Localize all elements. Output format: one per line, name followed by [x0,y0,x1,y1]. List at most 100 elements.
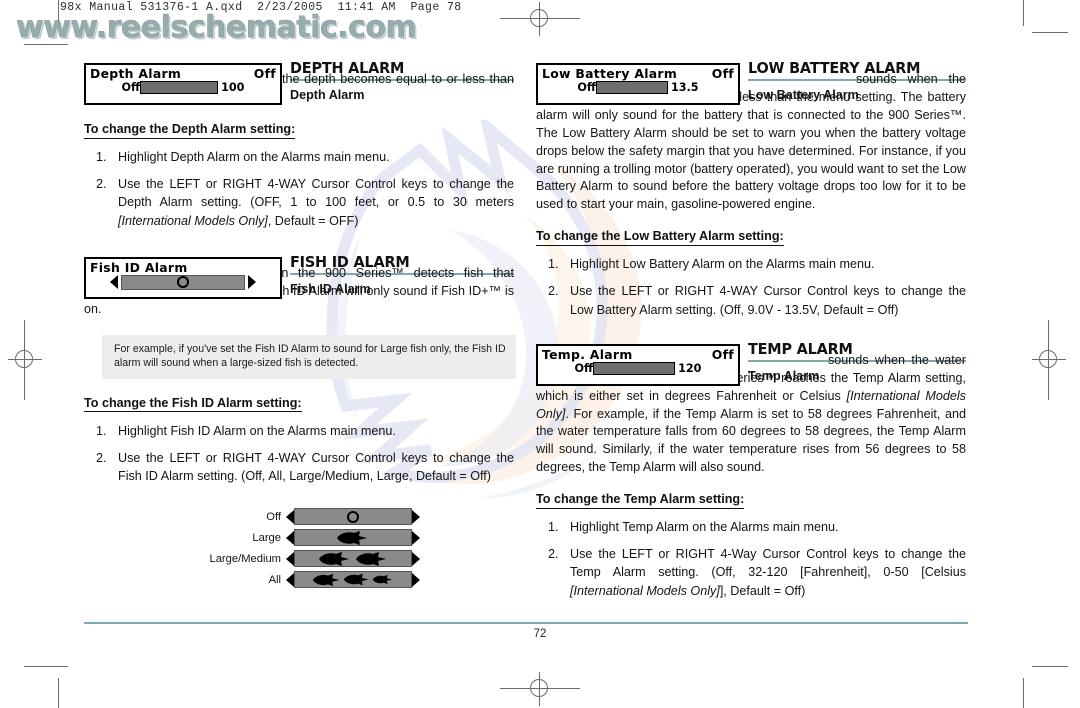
fish-medium-icon [343,573,369,586]
step-number: 2. [548,284,559,299]
page-number: 72 [533,628,547,640]
fish-large-icon [318,551,349,566]
arrow-left-icon [286,530,294,545]
fish-option-track [294,550,412,567]
depth-alarm-lcd-header: Depth Alarm Off [86,65,280,81]
step-text: Highlight Fish ID Alarm on the Alarms ma… [118,423,396,438]
arrow-right-icon [412,509,420,524]
temp-alarm-heading: TEMP ALARM [748,339,853,358]
depth-alarm-steps: 1. Highlight Depth Alarm on the Alarms m… [84,148,514,230]
fish-id-steps: 1. Highlight Fish ID Alarm on the Alarms… [84,422,514,486]
fish-id-lcd-title: Fish ID Alarm [90,259,188,275]
step-number: 1. [96,149,107,164]
low-battery-subhead: To change the Low Battery Alarm setting: [536,229,784,246]
fish-large-icon [312,573,340,586]
low-battery-lcd-value: Off [711,66,734,81]
fish-option-row: Large/Medium [207,550,422,567]
step-number: 1. [96,423,107,438]
fish-option-label: All [268,573,281,586]
fish-id-alarm-heading: FISH ID ALARM [290,252,410,271]
arrow-right-icon [248,275,256,290]
arrow-right-icon [412,551,420,566]
step-text-pre: Use the LEFT or RIGHT 4-Way Cursor Contr… [570,547,966,580]
step-item: 1. Highlight Fish ID Alarm on the Alarms… [84,422,514,440]
fish-id-subhead-wrap: To change the Fish ID Alarm setting: [84,395,514,413]
temp-alarm-subhead: To change the Temp Alarm setting: [536,492,745,509]
step-number: 1. [548,257,559,272]
fish-option-label: Off [266,510,281,523]
low-battery-max-label: 13.5 [670,81,699,94]
temp-alarm-max-label: 120 [678,361,702,375]
step-number: 2. [96,450,107,465]
fish-id-lcd-header: Fish ID Alarm [86,259,280,275]
low-battery-min-label: Off [577,81,596,94]
fish-option-label: Large/Medium [209,552,281,565]
step-text-post: ], Default = Off) [719,583,806,598]
temp-alarm-lcd-slider: Off 120 [538,361,738,377]
section-depth-alarm: Depth Alarm Off Off 100 DEPTH ALARM Dept… [84,60,514,230]
low-battery-lcd-title: Low Battery Alarm [542,66,678,81]
step-text: Highlight Temp Alarm on the Alarms main … [570,519,839,534]
step-text: Highlight Low Battery Alarm on the Alarm… [570,257,875,272]
step-item: 1. Highlight Low Battery Alarm on the Al… [536,255,966,273]
fish-id-example-note: For example, if you've set the Fish ID A… [102,334,516,379]
depth-alarm-bar [140,81,219,94]
step-text-pre: Use the LEFT or RIGHT 4-WAY Cursor Contr… [570,284,966,317]
page-content: Depth Alarm Off Off 100 DEPTH ALARM Dept… [0,0,1080,708]
step-item: 2. Use the LEFT or RIGHT 4-WAY Cursor Co… [536,282,966,319]
fish-id-lcd-slider [86,274,280,292]
step-item: 1. Highlight Temp Alarm on the Alarms ma… [536,518,966,536]
section-fish-id-alarm: Fish ID Alarm FISH ID ALARM Fish ID Alar… [84,252,516,486]
fish-id-alarm-lcd-widget: Fish ID Alarm [84,256,282,299]
fish-id-slider-track [121,274,245,290]
section-temp-alarm: Temp. Alarm Off Off 120 TEMP ALARM Temp … [536,339,966,600]
temp-alarm-min-label: Off [574,361,594,375]
step-item: 2. Use the LEFT or RIGHT 4-WAY Cursor Co… [84,175,514,230]
fish-small-icon [372,574,393,585]
arrow-right-icon [412,530,420,545]
step-text-italic: [International Models Only] [118,213,268,228]
step-number: 2. [96,177,107,192]
arrow-left-icon [286,551,294,566]
footer-rule [84,622,968,624]
fish-option-track [294,529,412,546]
off-ring-icon [347,510,359,523]
fish-option-track [294,508,412,525]
fish-large-icon [337,530,367,545]
depth-alarm-lcd-value: Off [253,66,276,81]
fish-option-label: Large [252,531,281,544]
fish-option-track [294,571,412,588]
low-battery-bar [595,81,668,94]
fish-id-option-list: Off Large Large/Medium All [207,508,422,592]
step-text-pre: Use the LEFT or RIGHT 4-WAY Cursor Contr… [118,450,514,484]
temp-alarm-lcd-header: Temp. Alarm Off [538,346,738,362]
temp-alarm-lcd-value: Off [711,346,734,362]
step-number: 2. [548,547,559,562]
arrow-left-icon [286,572,294,587]
low-battery-subhead-wrap: To change the Low Battery Alarm setting: [536,228,966,246]
depth-alarm-min-label: Off [121,81,141,94]
depth-alarm-subhead-wrap: To change the Depth Alarm setting: [84,121,514,139]
fish-id-subhead: To change the Fish ID Alarm setting: [84,396,302,413]
temp-alarm-lcd-title: Temp. Alarm [542,346,633,362]
fish-option-row: Off [207,508,422,525]
step-text: Highlight Depth Alarm on the Alarms main… [118,149,390,164]
step-text-pre: Use the LEFT or RIGHT 4-WAY Cursor Contr… [118,177,514,210]
temp-alarm-subhead-wrap: To change the Temp Alarm setting: [536,491,966,509]
temp-alarm-lcd-widget: Temp. Alarm Off Off 120 [536,343,740,386]
arrow-left-icon [110,275,118,290]
depth-alarm-subhead: To change the Depth Alarm setting: [84,122,296,139]
depth-alarm-max-label: 100 [221,81,245,94]
left-column: Depth Alarm Off Off 100 DEPTH ALARM Dept… [84,60,516,486]
temp-alarm-steps: 1. Highlight Temp Alarm on the Alarms ma… [536,518,966,600]
fish-medium-icon [355,551,386,566]
temp-intro-b: . For example, if the Temp Alarm is set … [536,406,966,475]
step-text-italic: [International Models Only] [570,583,720,598]
section-low-battery-alarm: Low Battery Alarm Off Off 13.5 LOW BATTE… [536,60,966,319]
step-text-post: , Default = OFF) [267,213,359,228]
step-item: 1. Highlight Depth Alarm on the Alarms m… [84,148,514,166]
off-ring-icon [177,276,189,289]
fish-option-row: Large [207,529,422,546]
low-battery-lcd-slider: Off 13.5 [538,81,738,96]
depth-alarm-lcd-title: Depth Alarm [90,66,182,81]
